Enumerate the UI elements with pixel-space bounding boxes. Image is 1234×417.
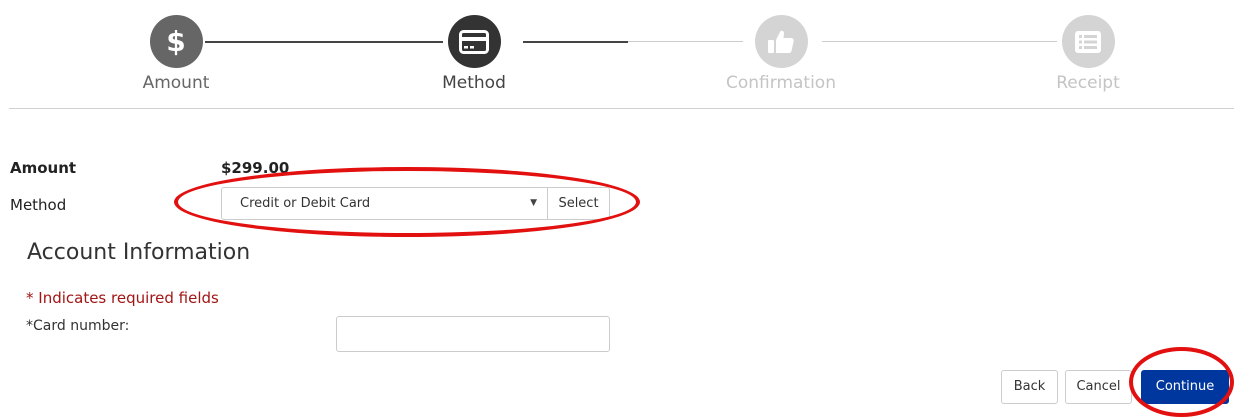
- payment-method-selected-value: Credit or Debit Card: [240, 196, 371, 211]
- stepper-divider: [9, 108, 1234, 109]
- account-information-title: Account Information: [27, 240, 251, 265]
- list-icon: [1061, 15, 1115, 68]
- payment-method-select[interactable]: Credit or Debit Card ▼: [221, 187, 548, 220]
- cancel-button[interactable]: Cancel: [1065, 370, 1132, 404]
- amount-value: $299.00: [221, 159, 290, 177]
- chevron-down-icon: ▼: [530, 198, 537, 208]
- back-button[interactable]: Back: [1001, 370, 1058, 404]
- step-label-receipt: Receipt: [1056, 73, 1120, 93]
- step-amount: $ Amount: [86, 15, 266, 94]
- progress-stepper: $ Amount Method Confirmation Receipt: [0, 0, 1234, 110]
- method-select-group: Credit or Debit Card ▼ Select: [221, 187, 610, 220]
- step-label-amount: Amount: [142, 73, 210, 93]
- step-method: Method: [384, 15, 564, 94]
- step-confirmation: Confirmation: [691, 15, 871, 94]
- step-label-method: Method: [442, 73, 506, 93]
- method-select-button[interactable]: Select: [547, 187, 610, 220]
- card-number-input[interactable]: [336, 316, 610, 352]
- method-label: Method: [10, 196, 67, 214]
- amount-label: Amount: [10, 159, 77, 177]
- thumbs-up-icon: [754, 15, 808, 68]
- payment-page: $ Amount Method Confirmation Receipt Amo…: [0, 0, 1234, 417]
- credit-card-icon: [447, 15, 501, 68]
- card-number-label: *Card number:: [26, 318, 130, 334]
- continue-button[interactable]: Continue: [1141, 370, 1229, 404]
- dollar-icon: $: [149, 15, 203, 68]
- step-label-confirmation: Confirmation: [726, 73, 836, 93]
- required-fields-note: * Indicates required fields: [26, 289, 219, 307]
- step-receipt: Receipt: [998, 15, 1178, 94]
